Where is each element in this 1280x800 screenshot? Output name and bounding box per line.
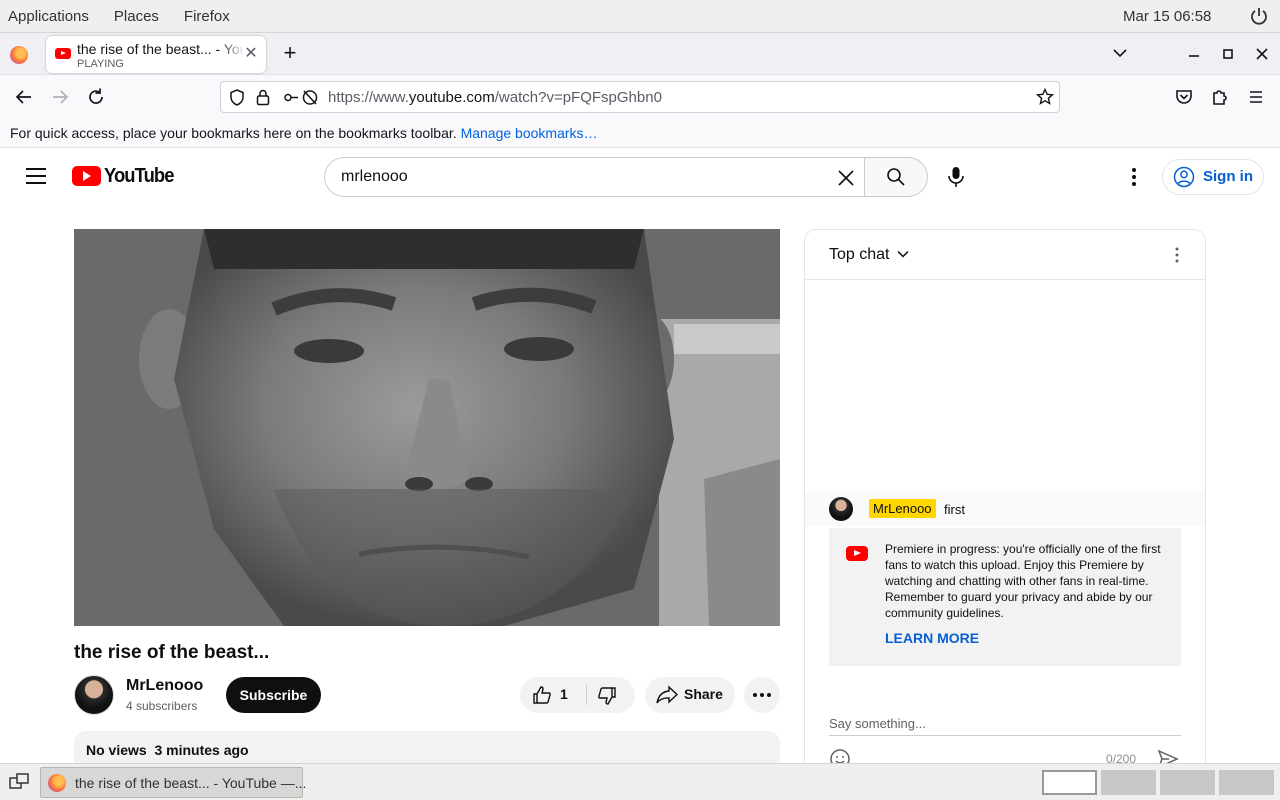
taskbar-firefox-window[interactable]: the rise of the beast... - YouTube —...: [40, 767, 307, 798]
places-menu[interactable]: Places: [114, 8, 159, 25]
video-title: the rise of the beast...: [74, 642, 270, 663]
tab-youtube[interactable]: the rise of the beast... - YouTube PLAYI…: [46, 36, 266, 73]
guide-menu-icon[interactable]: [26, 168, 46, 184]
more-horizontal-icon: [753, 693, 771, 697]
back-icon[interactable]: [12, 85, 36, 109]
taskbar-window-title: the rise of the beast... - YouTube —...: [75, 775, 307, 791]
tab-list-chevron-icon[interactable]: [1113, 48, 1127, 58]
bookmarks-hint: For quick access, place your bookmarks h…: [10, 125, 457, 141]
like-icon[interactable]: [532, 685, 552, 705]
youtube-icon: [846, 546, 868, 561]
tab-title: the rise of the beast... - YouTube: [77, 41, 245, 57]
workspace-2[interactable]: [1101, 770, 1156, 795]
chat-header: Top chat: [805, 230, 1205, 280]
tab-close-icon[interactable]: ✕: [243, 46, 259, 62]
window-close-icon[interactable]: [1256, 48, 1268, 60]
share-icon: [656, 685, 678, 704]
clock[interactable]: Mar 15 06:58: [1123, 8, 1211, 25]
bookmarks-toolbar: For quick access, place your bookmarks h…: [0, 119, 1280, 148]
sign-in-button[interactable]: Sign in: [1162, 159, 1264, 195]
minimize-icon[interactable]: [1188, 53, 1200, 57]
tab-strip: the rise of the beast... - YouTube PLAYI…: [0, 33, 1280, 75]
sign-in-label: Sign in: [1203, 168, 1253, 185]
youtube-wordmark: YouTube: [104, 164, 174, 187]
subscriber-count: 4 subscribers: [126, 699, 198, 713]
chevron-down-icon[interactable]: [897, 248, 909, 260]
show-desktop-icon[interactable]: [8, 772, 30, 792]
chat-author-avatar[interactable]: [829, 497, 853, 521]
workspace-3[interactable]: [1160, 770, 1215, 795]
firefox-icon[interactable]: [10, 46, 28, 64]
settings-kebab-icon[interactable]: [1124, 166, 1144, 188]
youtube-favicon-icon: [55, 48, 71, 59]
navigation-bar: https://www.youtube.com/watch?v=pFQFspGh…: [0, 75, 1280, 119]
lock-icon[interactable]: [256, 88, 270, 106]
forward-icon[interactable]: [48, 85, 72, 109]
youtube-logo[interactable]: YouTube: [72, 165, 180, 187]
permissions-icon[interactable]: [283, 89, 319, 106]
taskbar: the rise of the beast... - YouTube —...: [0, 763, 1280, 800]
channel-name[interactable]: MrLenooo: [126, 677, 203, 695]
views-and-date: No views 3 minutes ago: [86, 742, 249, 758]
reload-icon[interactable]: [84, 85, 108, 109]
video-player[interactable]: [74, 229, 780, 626]
power-icon[interactable]: [1250, 6, 1268, 26]
youtube-play-icon: [72, 166, 101, 186]
system-top-bar: Applications Places Firefox Mar 15 06:58: [0, 0, 1280, 33]
extensions-icon[interactable]: [1208, 85, 1232, 109]
applications-menu[interactable]: Applications: [8, 8, 89, 25]
address-bar[interactable]: https://www.youtube.com/watch?v=pFQFspGh…: [220, 81, 1060, 113]
search-icon: [887, 168, 905, 186]
channel-avatar[interactable]: [74, 675, 114, 715]
premiere-banner-text: Premiere in progress: you're officially …: [885, 542, 1161, 620]
firefox-taskbar-icon: [48, 774, 66, 792]
pocket-icon[interactable]: [1172, 85, 1196, 109]
microphone-icon[interactable]: [946, 166, 966, 188]
app-menu-icon[interactable]: [1244, 85, 1268, 109]
maximize-icon[interactable]: [1223, 49, 1233, 59]
firefox-menu[interactable]: Firefox: [184, 8, 230, 25]
premiere-banner: Premiere in progress: you're officially …: [829, 528, 1181, 666]
chat-input[interactable]: Say something...: [829, 712, 1181, 736]
manage-bookmarks-link[interactable]: Manage bookmarks…: [461, 125, 598, 141]
more-actions-button[interactable]: [744, 677, 780, 713]
search-button[interactable]: [864, 157, 928, 197]
account-icon: [1173, 166, 1195, 188]
workspace-1[interactable]: [1042, 770, 1097, 795]
chat-message-text: first: [944, 502, 965, 517]
dislike-icon[interactable]: [597, 686, 617, 706]
share-label: Share: [684, 686, 723, 702]
search-value: mrlenooo: [341, 168, 408, 185]
share-button[interactable]: Share: [645, 677, 735, 713]
chat-author-name[interactable]: MrLenooo: [869, 499, 936, 518]
top-chat-selector[interactable]: Top chat: [829, 246, 889, 264]
url-text[interactable]: https://www.youtube.com/watch?v=pFQFspGh…: [328, 89, 662, 106]
like-separator: [586, 685, 587, 705]
video-frame: [74, 229, 780, 626]
learn-more-button[interactable]: LEARN MORE: [885, 630, 979, 646]
workspace-4[interactable]: [1219, 770, 1274, 795]
search-input[interactable]: mrlenooo: [324, 157, 864, 197]
like-count: 1: [560, 686, 568, 702]
subscribe-button[interactable]: Subscribe: [226, 677, 321, 713]
like-dislike-group: 1: [520, 677, 635, 713]
shield-icon[interactable]: [229, 89, 245, 106]
bookmark-star-icon[interactable]: [1036, 88, 1054, 106]
chat-message[interactable]: MrLenooo first: [805, 492, 1205, 526]
live-chat-panel: Top chat MrLenooo first Premiere in prog…: [804, 229, 1206, 789]
tab-status: PLAYING: [77, 58, 124, 70]
chat-menu-icon[interactable]: [1171, 245, 1183, 265]
new-tab-button[interactable]: +: [280, 42, 300, 64]
youtube-header: YouTube mrlenooo Sign in: [0, 149, 1280, 205]
clear-search-icon[interactable]: [837, 169, 855, 187]
